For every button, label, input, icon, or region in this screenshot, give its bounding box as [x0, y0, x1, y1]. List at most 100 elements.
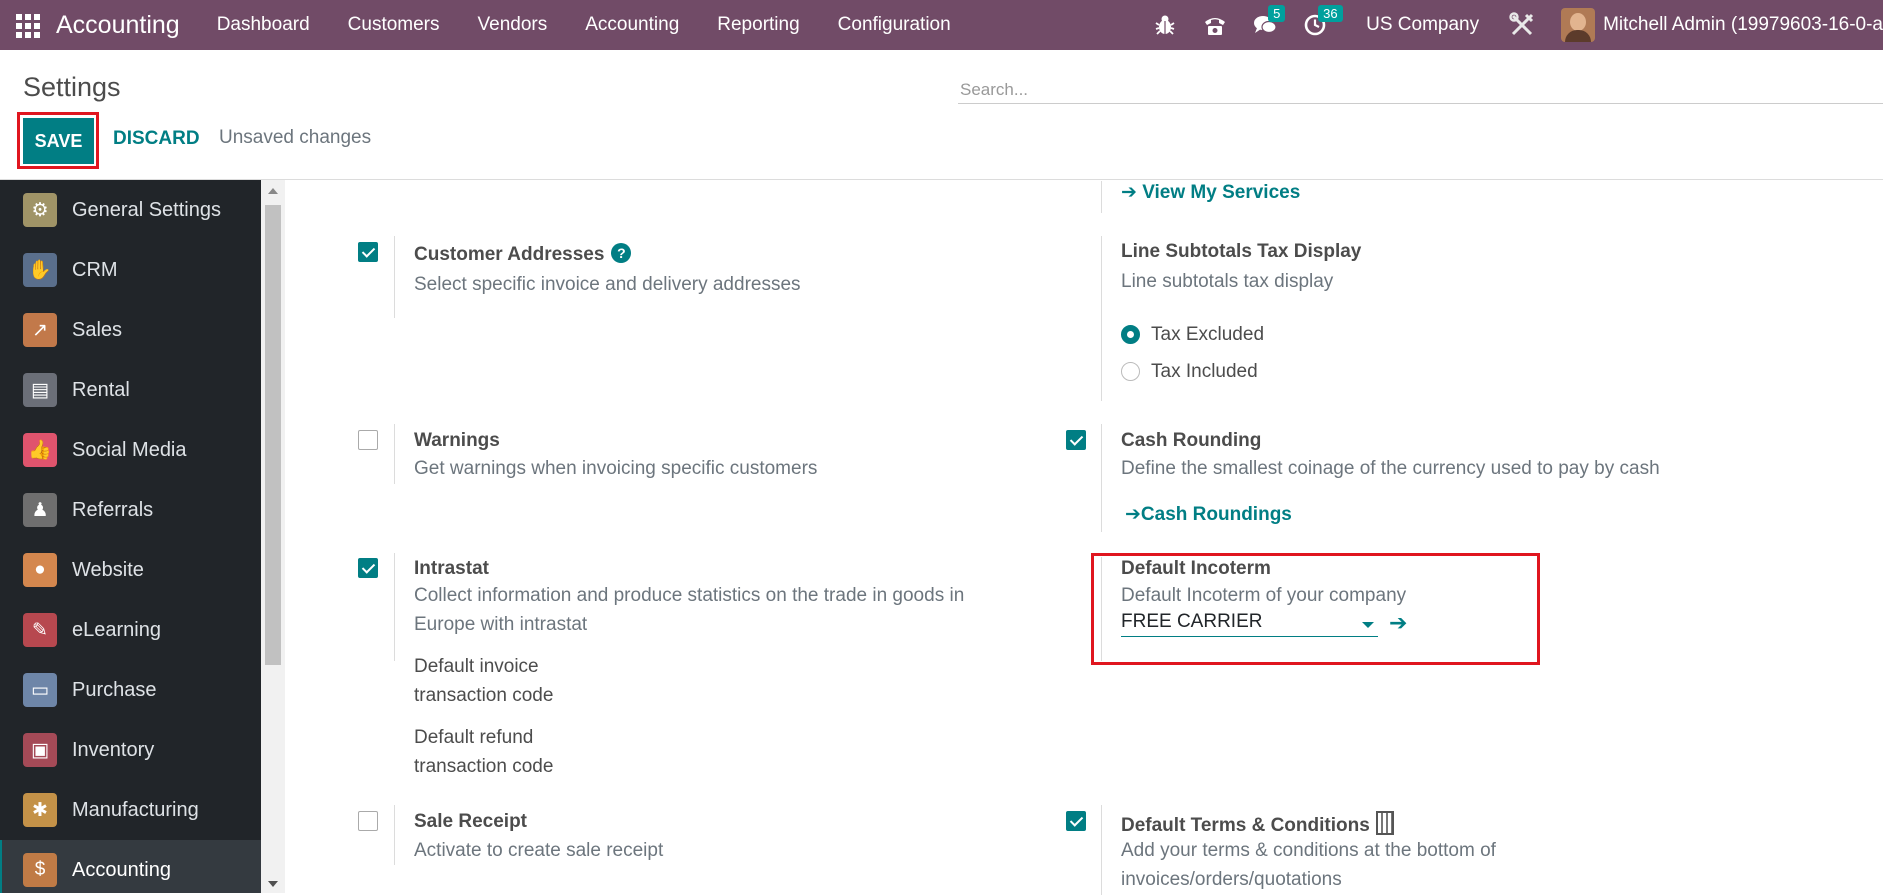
sidebar-item-referrals[interactable]: ♟ Referrals: [0, 480, 261, 540]
arrow-right-icon: ➔: [1121, 182, 1143, 203]
default-incoterm-desc: Default Incoterm of your company: [1121, 585, 1407, 606]
label-line: Default invoice: [414, 656, 539, 677]
tax-included-radio[interactable]: [1121, 362, 1140, 381]
unsaved-changes-status: Unsaved changes: [219, 127, 372, 148]
desc-line: Collect information and produce statisti…: [414, 585, 965, 606]
cash-rounding-checkbox[interactable]: [1066, 430, 1086, 450]
incoterm-select[interactable]: FREE CARRIER: [1121, 611, 1378, 637]
settings-content: ➔ View My Services Customer Addresses? S…: [285, 181, 1883, 895]
divider: [394, 553, 395, 661]
tools-icon[interactable]: [1509, 12, 1535, 38]
warnings-title: Warnings: [414, 430, 500, 451]
rental-icon: ▤: [23, 373, 57, 407]
tax-included-label[interactable]: Tax Included: [1151, 361, 1258, 383]
view-my-services-link[interactable]: ➔ View My Services: [1121, 181, 1300, 204]
menu-customers[interactable]: Customers: [329, 14, 459, 36]
label-line: Default refund: [414, 727, 534, 748]
line-subtotals-title: Line Subtotals Tax Display: [1121, 241, 1362, 262]
page-title: Settings: [23, 72, 121, 102]
user-avatar[interactable]: [1561, 8, 1596, 42]
sidebar-item-social-media[interactable]: 👍 Social Media: [0, 420, 261, 480]
app-brand[interactable]: Accounting: [56, 11, 180, 40]
sidebar-item-label: Rental: [72, 378, 130, 401]
incoterm-value: FREE CARRIER: [1121, 611, 1263, 632]
sidebar-item-elearning[interactable]: ✎ eLearning: [0, 600, 261, 660]
scroll-down-arrow-icon[interactable]: [268, 881, 278, 887]
sidebar-item-label: Website: [72, 558, 144, 581]
sale-receipt-desc: Activate to create sale receipt: [414, 840, 664, 861]
sidebar-scrollbar[interactable]: [261, 180, 285, 893]
apps-menu-icon[interactable]: [14, 12, 40, 38]
messages-icon[interactable]: 5: [1252, 5, 1286, 38]
divider: [1101, 181, 1102, 213]
customer-addresses-checkbox[interactable]: [358, 242, 378, 262]
cash-rounding-desc: Define the smallest coinage of the curre…: [1121, 458, 1660, 479]
sidebar-item-label: Purchase: [72, 678, 157, 701]
handshake-icon: ✋: [23, 253, 57, 287]
menu-vendors[interactable]: Vendors: [459, 14, 567, 36]
referrals-icon: ♟: [23, 493, 57, 527]
tax-excluded-label[interactable]: Tax Excluded: [1151, 324, 1264, 346]
sidebar-item-manufacturing[interactable]: ✱ Manufacturing: [0, 780, 261, 840]
credit-card-icon: ▭: [23, 673, 57, 707]
menu-configuration[interactable]: Configuration: [819, 14, 970, 36]
link-label: Cash Roundings: [1140, 504, 1292, 525]
setting-title-text: Default Terms & Conditions: [1121, 815, 1370, 836]
intrastat-desc: Collect information and produce statisti…: [414, 581, 964, 639]
search-input[interactable]: [960, 80, 1860, 100]
company-switcher[interactable]: US Company: [1366, 14, 1479, 36]
sidebar-item-label: Sales: [72, 318, 123, 341]
sidebar-item-inventory[interactable]: ▣ Inventory: [0, 720, 261, 780]
sidebar-item-label: eLearning: [72, 618, 161, 641]
sidebar-item-crm[interactable]: ✋ CRM: [0, 240, 261, 300]
wrench-icon: ✱: [23, 793, 57, 827]
scroll-up-arrow-icon[interactable]: [268, 188, 278, 194]
menu-accounting[interactable]: Accounting: [566, 14, 698, 36]
menu-dashboard[interactable]: Dashboard: [198, 14, 329, 36]
arrow-right-icon[interactable]: ➔: [1389, 610, 1407, 636]
bug-icon[interactable]: [1152, 12, 1178, 38]
divider: [394, 424, 395, 484]
desc-line: Europe with intrastat: [414, 614, 588, 635]
help-icon[interactable]: ?: [611, 243, 632, 263]
chart-icon: ↗: [23, 313, 57, 347]
default-refund-code-label: Default refund transaction code: [414, 723, 553, 781]
save-button[interactable]: SAVE: [23, 118, 94, 164]
menu-reporting[interactable]: Reporting: [698, 14, 818, 36]
divider: [1101, 805, 1102, 895]
sale-receipt-checkbox[interactable]: [358, 811, 378, 831]
sidebar-item-accounting[interactable]: $ Accounting: [0, 840, 261, 893]
sidebar-item-label: Inventory: [72, 738, 155, 761]
messages-badge: 5: [1268, 5, 1286, 22]
sidebar-item-sales[interactable]: ↗ Sales: [0, 300, 261, 360]
cash-roundings-link[interactable]: ➔Cash Roundings: [1125, 503, 1292, 526]
dollar-doc-icon: $: [23, 853, 57, 887]
tax-excluded-radio[interactable]: [1121, 325, 1140, 344]
warnings-checkbox[interactable]: [358, 430, 378, 450]
divider: [1101, 236, 1102, 401]
cash-rounding-title: Cash Rounding: [1121, 430, 1262, 451]
label-line: transaction code: [414, 685, 554, 706]
default-terms-desc: Add your terms & conditions at the botto…: [1121, 836, 1496, 894]
search-bar: [958, 72, 1883, 104]
desc-line: Add your terms & conditions at the botto…: [1121, 840, 1496, 861]
control-panel: Settings: [0, 50, 1883, 180]
discard-button[interactable]: DISCARD: [113, 128, 200, 150]
company-building-icon: [1375, 811, 1394, 835]
customer-addresses-title: Customer Addresses?: [414, 243, 632, 266]
default-terms-title: Default Terms & Conditions: [1121, 811, 1394, 837]
sidebar-item-purchase[interactable]: ▭ Purchase: [0, 660, 261, 720]
sidebar-item-website[interactable]: ● Website: [0, 540, 261, 600]
sidebar-item-label: General Settings: [72, 198, 221, 221]
divider: [1101, 557, 1102, 661]
user-menu[interactable]: Mitchell Admin (19979603-16-0-a: [1603, 14, 1883, 36]
phone-icon[interactable]: [1202, 12, 1228, 38]
activities-clock-icon[interactable]: 36: [1302, 5, 1343, 38]
label-line: transaction code: [414, 756, 554, 777]
sidebar-item-general-settings[interactable]: ⚙ General Settings: [0, 180, 261, 240]
default-terms-checkbox[interactable]: [1066, 811, 1086, 831]
top-navbar: Accounting Dashboard Customers Vendors A…: [0, 0, 1883, 50]
intrastat-checkbox[interactable]: [358, 558, 378, 578]
sidebar-item-rental[interactable]: ▤ Rental: [0, 360, 261, 420]
scroll-thumb[interactable]: [265, 205, 281, 665]
